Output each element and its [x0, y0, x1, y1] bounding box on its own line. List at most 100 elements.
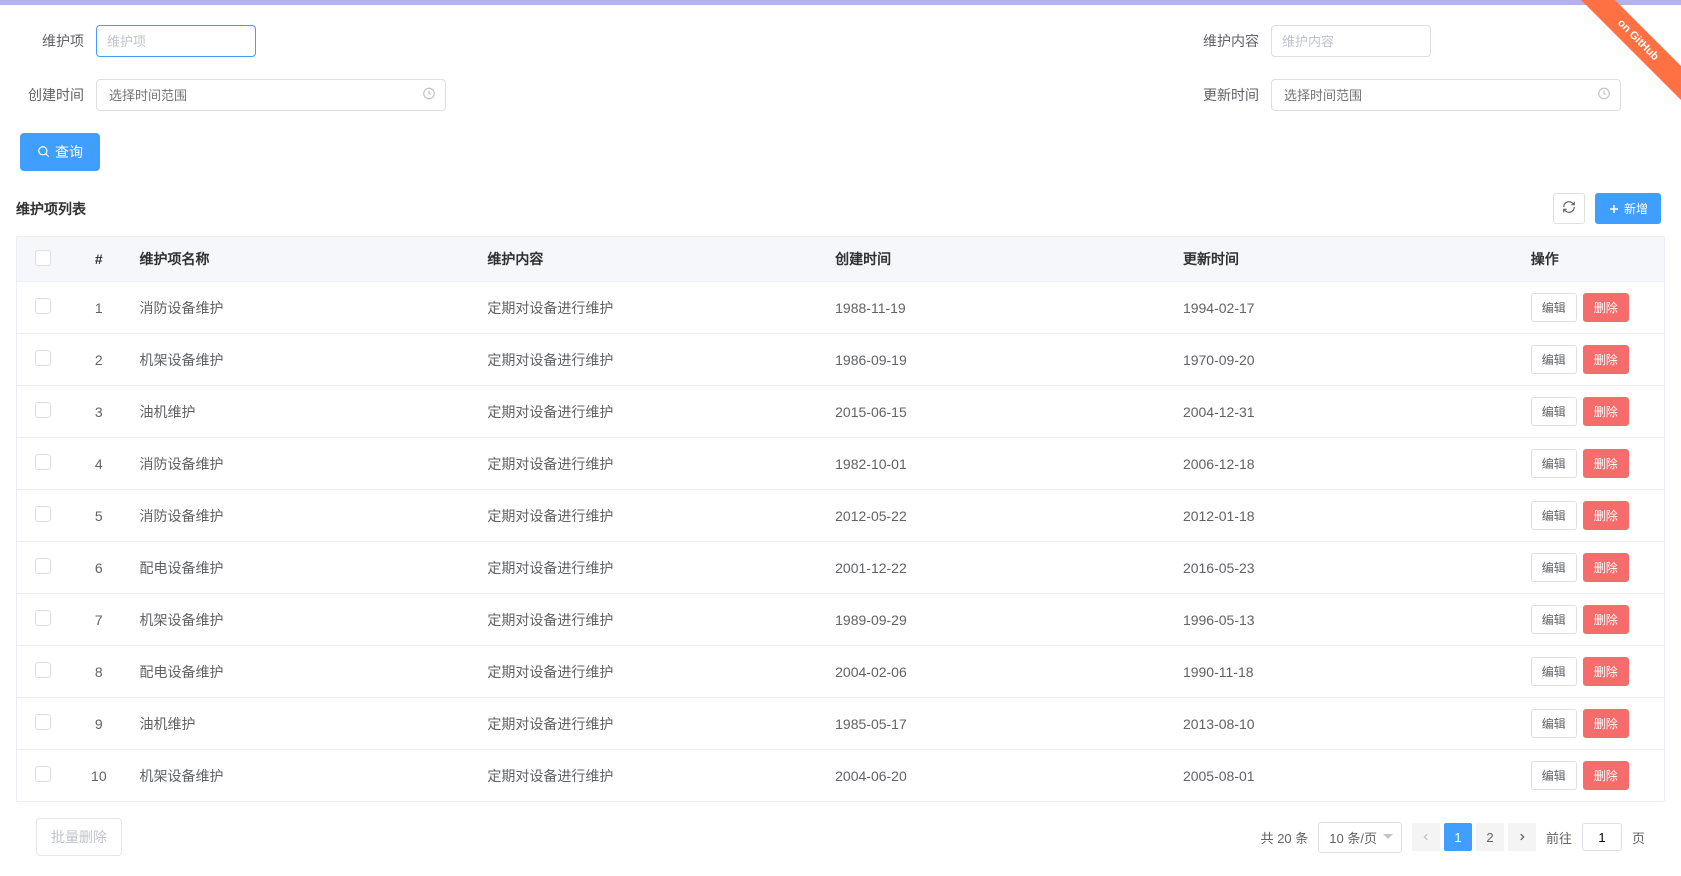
row-content: 定期对设备进行维护: [477, 542, 825, 594]
row-index: 6: [68, 542, 129, 594]
filter-update-time: 更新时间: [1195, 79, 1621, 111]
row-checkbox[interactable]: [35, 454, 51, 470]
row-name: 配电设备维护: [130, 646, 478, 698]
edit-button[interactable]: 编辑: [1531, 761, 1577, 790]
chevron-left-icon: [1421, 832, 1431, 842]
filter-create-label: 创建时间: [20, 85, 84, 105]
row-name: 油机维护: [130, 698, 478, 750]
pager-page-1[interactable]: 1: [1444, 823, 1472, 851]
jump-prefix: 前往: [1546, 828, 1572, 847]
row-content: 定期对设备进行维护: [477, 490, 825, 542]
col-index: #: [68, 237, 129, 282]
row-content: 定期对设备进行维护: [477, 646, 825, 698]
add-button[interactable]: 新增: [1595, 193, 1661, 224]
col-action: 操作: [1521, 237, 1664, 282]
edit-button[interactable]: 编辑: [1531, 293, 1577, 322]
table-footer: 批量删除 共 20 条 10 条/页 1 2 前往 页: [16, 802, 1665, 876]
row-checkbox[interactable]: [35, 766, 51, 782]
filter-item-name: 维护项: [20, 25, 256, 57]
batch-delete-button[interactable]: 批量删除: [36, 818, 122, 856]
edit-button[interactable]: 编辑: [1531, 397, 1577, 426]
row-created: 2004-06-20: [825, 750, 1173, 802]
data-table: # 维护项名称 维护内容 创建时间 更新时间 操作 1消防设备维护定期对设备进行…: [16, 236, 1665, 802]
row-content: 定期对设备进行维护: [477, 438, 825, 490]
search-button-label: 查询: [55, 142, 83, 162]
filter-content: 维护内容: [1195, 25, 1431, 57]
row-name: 消防设备维护: [130, 438, 478, 490]
search-button[interactable]: 查询: [20, 133, 100, 171]
edit-button[interactable]: 编辑: [1531, 553, 1577, 582]
edit-button[interactable]: 编辑: [1531, 605, 1577, 634]
row-checkbox[interactable]: [35, 662, 51, 678]
row-checkbox[interactable]: [35, 402, 51, 418]
row-name: 机架设备维护: [130, 334, 478, 386]
col-name: 维护项名称: [130, 237, 478, 282]
delete-button[interactable]: 删除: [1583, 657, 1629, 686]
delete-button[interactable]: 删除: [1583, 501, 1629, 530]
row-actions: 编辑删除: [1521, 542, 1664, 594]
filter-update-label: 更新时间: [1195, 85, 1259, 105]
row-updated: 2012-01-18: [1173, 490, 1521, 542]
row-created: 1988-11-19: [825, 282, 1173, 334]
filter-item-input[interactable]: [96, 25, 256, 57]
row-created: 1986-09-19: [825, 334, 1173, 386]
delete-button[interactable]: 删除: [1583, 397, 1629, 426]
col-content: 维护内容: [477, 237, 825, 282]
table-row: 9油机维护定期对设备进行维护1985-05-172013-08-10编辑删除: [17, 698, 1664, 750]
filter-update-input[interactable]: [1271, 79, 1621, 111]
row-name: 消防设备维护: [130, 282, 478, 334]
delete-button[interactable]: 删除: [1583, 449, 1629, 478]
delete-button[interactable]: 删除: [1583, 293, 1629, 322]
row-actions: 编辑删除: [1521, 698, 1664, 750]
filter-content-input[interactable]: [1271, 25, 1431, 57]
row-updated: 2006-12-18: [1173, 438, 1521, 490]
row-actions: 编辑删除: [1521, 386, 1664, 438]
filter-item-label: 维护项: [20, 31, 84, 51]
pager-page-2[interactable]: 2: [1476, 823, 1504, 851]
refresh-button[interactable]: [1553, 193, 1585, 224]
pagination: 共 20 条 10 条/页 1 2 前往 页: [1261, 822, 1645, 853]
jump-input[interactable]: [1582, 823, 1622, 851]
row-index: 5: [68, 490, 129, 542]
pagination-total: 共 20 条: [1261, 828, 1309, 847]
row-checkbox[interactable]: [35, 558, 51, 574]
table-header-row: # 维护项名称 维护内容 创建时间 更新时间 操作: [17, 237, 1664, 282]
delete-button[interactable]: 删除: [1583, 709, 1629, 738]
table-row: 8配电设备维护定期对设备进行维护2004-02-061990-11-18编辑删除: [17, 646, 1664, 698]
pager-next[interactable]: [1508, 823, 1536, 851]
row-checkbox[interactable]: [35, 298, 51, 314]
delete-button[interactable]: 删除: [1583, 553, 1629, 582]
filter-create-input[interactable]: [96, 79, 446, 111]
edit-button[interactable]: 编辑: [1531, 501, 1577, 530]
row-name: 配电设备维护: [130, 542, 478, 594]
row-created: 1982-10-01: [825, 438, 1173, 490]
select-all-checkbox[interactable]: [35, 250, 51, 266]
row-checkbox[interactable]: [35, 506, 51, 522]
refresh-icon: [1562, 200, 1576, 214]
row-index: 9: [68, 698, 129, 750]
table-row: 4消防设备维护定期对设备进行维护1982-10-012006-12-18编辑删除: [17, 438, 1664, 490]
row-checkbox[interactable]: [35, 714, 51, 730]
edit-button[interactable]: 编辑: [1531, 709, 1577, 738]
row-updated: 2005-08-01: [1173, 750, 1521, 802]
delete-button[interactable]: 删除: [1583, 345, 1629, 374]
pager-prev[interactable]: [1412, 823, 1440, 851]
edit-button[interactable]: 编辑: [1531, 657, 1577, 686]
row-updated: 1996-05-13: [1173, 594, 1521, 646]
row-content: 定期对设备进行维护: [477, 698, 825, 750]
row-checkbox[interactable]: [35, 610, 51, 626]
page-size-select[interactable]: 10 条/页: [1318, 822, 1402, 853]
edit-button[interactable]: 编辑: [1531, 449, 1577, 478]
row-updated: 1970-09-20: [1173, 334, 1521, 386]
row-created: 2015-06-15: [825, 386, 1173, 438]
delete-button[interactable]: 删除: [1583, 605, 1629, 634]
list-header: 维护项列表 新增: [0, 181, 1681, 236]
edit-button[interactable]: 编辑: [1531, 345, 1577, 374]
jump-suffix: 页: [1632, 828, 1645, 847]
row-content: 定期对设备进行维护: [477, 386, 825, 438]
row-index: 7: [68, 594, 129, 646]
row-updated: 2016-05-23: [1173, 542, 1521, 594]
delete-button[interactable]: 删除: [1583, 761, 1629, 790]
row-checkbox[interactable]: [35, 350, 51, 366]
row-index: 1: [68, 282, 129, 334]
